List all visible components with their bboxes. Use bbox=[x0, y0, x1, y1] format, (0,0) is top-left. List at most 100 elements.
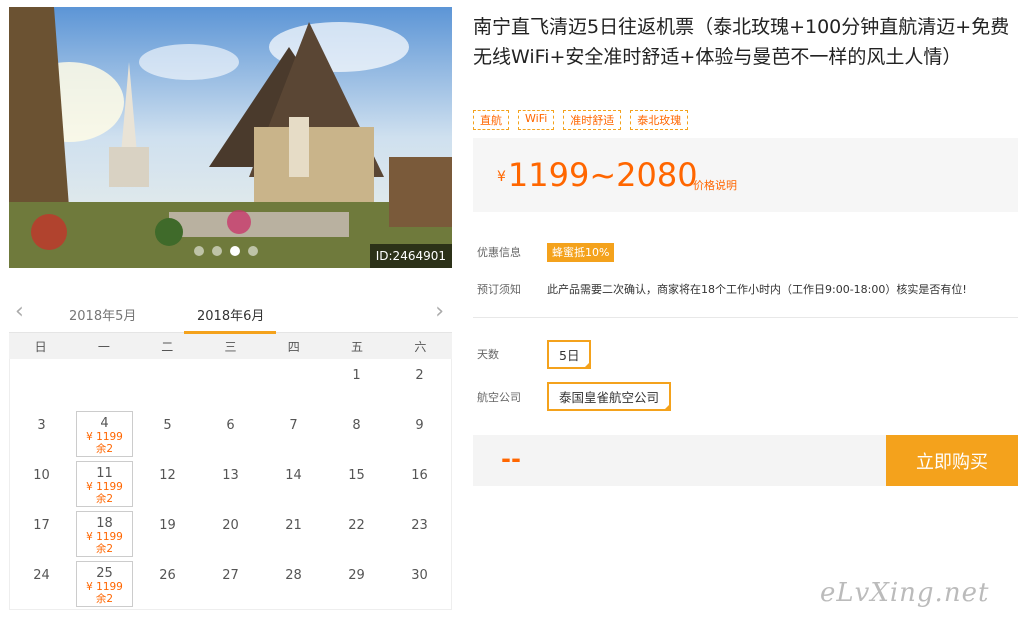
notice-text: 此产品需要二次确认，商家将在18个工作小时内（工作日9:00-18:00）核实是… bbox=[547, 283, 967, 296]
calendar-day-available[interactable]: 18 ¥ 1199 余2 bbox=[76, 511, 133, 557]
days-row-label: 天数 bbox=[477, 346, 547, 362]
calendar-day: 23 bbox=[388, 509, 451, 559]
product-title: 南宁直飞清迈5日往返机票（泰北玫瑰+100分钟直航清迈+免费无线WiFi+安全准… bbox=[473, 16, 1010, 68]
calendar-day-available[interactable]: 25 ¥ 1199 余2 bbox=[76, 561, 133, 607]
calendar-day-available[interactable]: 4 ¥ 1199 余2 bbox=[76, 411, 133, 457]
prev-month-arrow-icon[interactable]: ‹ bbox=[15, 299, 24, 324]
feature-tag: 直航 bbox=[473, 110, 509, 130]
promo-row: 优惠信息 蜂蜜抵10% bbox=[477, 243, 615, 262]
temple-photo bbox=[9, 7, 452, 268]
calendar-day: 8 bbox=[325, 409, 388, 459]
weekday-label: 日 bbox=[34, 339, 47, 354]
day-number: 28 bbox=[285, 568, 302, 583]
day-number: 7 bbox=[289, 418, 298, 433]
days-option-selected[interactable]: 5日 bbox=[547, 340, 592, 369]
day-number: 8 bbox=[352, 418, 361, 433]
total-price: -- bbox=[501, 445, 521, 473]
day-number: 2 bbox=[415, 368, 424, 383]
calendar-day: 3 bbox=[10, 409, 73, 459]
day-number: 27 bbox=[222, 568, 239, 583]
day-number: 15 bbox=[348, 468, 365, 483]
day-price: ¥ 1199 bbox=[86, 481, 123, 493]
buy-bar: -- 立即购买 bbox=[473, 435, 1018, 486]
day-price: ¥ 1199 bbox=[86, 431, 123, 443]
day-stock: 余2 bbox=[95, 593, 114, 605]
calendar-blank-cell bbox=[262, 359, 325, 409]
calendar-blank-cell bbox=[73, 359, 136, 409]
day-number: 16 bbox=[411, 468, 428, 483]
day-number: 23 bbox=[411, 518, 428, 533]
calendar-blank-cell bbox=[136, 359, 199, 409]
promo-label: 优惠信息 bbox=[477, 246, 521, 259]
calendar-day: 5 bbox=[136, 409, 199, 459]
day-number: 21 bbox=[285, 518, 302, 533]
price-box: ¥1199~2080 价格说明 bbox=[473, 138, 1018, 212]
calendar-day: 26 bbox=[136, 559, 199, 609]
slide-dot-active[interactable] bbox=[230, 246, 240, 256]
airline-label: 航空公司 bbox=[477, 391, 521, 404]
day-number: 1 bbox=[352, 368, 361, 383]
price-range: ¥1199~2080 bbox=[497, 156, 698, 194]
slide-dot[interactable] bbox=[194, 246, 204, 256]
day-number: 19 bbox=[159, 518, 176, 533]
day-number: 26 bbox=[159, 568, 176, 583]
buy-now-button[interactable]: 立即购买 bbox=[886, 435, 1018, 486]
airline-row-label: 航空公司 bbox=[477, 389, 547, 405]
calendar-grid: 1 2 3 4 ¥ 1199 余2 5 6 7 8 9 10 11 ¥ 1199 余2 12 13 14 15 16 1… bbox=[9, 359, 452, 610]
day-number: 17 bbox=[33, 518, 50, 533]
tab-current-month[interactable]: 2018年6月 bbox=[197, 305, 264, 324]
calendar-day: 21 bbox=[262, 509, 325, 559]
calendar-day: 2 bbox=[388, 359, 451, 409]
calendar-day: 10 bbox=[10, 459, 73, 509]
weekday-header: 日一二三四五六 bbox=[9, 333, 452, 359]
calendar-day: 15 bbox=[325, 459, 388, 509]
promo-badge: 蜂蜜抵10% bbox=[547, 243, 615, 262]
day-stock: 余2 bbox=[95, 543, 114, 555]
site-watermark: eLvXing.net bbox=[820, 578, 990, 608]
day-number: 10 bbox=[33, 468, 50, 483]
day-number: 22 bbox=[348, 518, 365, 533]
calendar-day: 20 bbox=[199, 509, 262, 559]
day-number: 5 bbox=[163, 418, 172, 433]
calendar-blank-cell bbox=[10, 359, 73, 409]
day-number: 29 bbox=[348, 568, 365, 583]
tab-prev-month[interactable]: 2018年5月 bbox=[69, 305, 136, 324]
calendar-day: 16 bbox=[388, 459, 451, 509]
product-image[interactable]: ID:2464901 bbox=[9, 7, 452, 268]
divider bbox=[473, 317, 1018, 318]
price-calendar: ‹ 2018年5月 2018年6月 › 日一二三四五六 1 2 3 4 ¥ 1199 余2… bbox=[9, 293, 452, 610]
airline-option-selected[interactable]: 泰国皇雀航空公司 bbox=[547, 382, 672, 411]
slide-dot[interactable] bbox=[248, 246, 258, 256]
calendar-blank-cell bbox=[199, 359, 262, 409]
next-month-arrow-icon[interactable]: › bbox=[435, 299, 444, 324]
weekday-label: 二 bbox=[161, 339, 174, 354]
day-number: 24 bbox=[33, 568, 50, 583]
calendar-day: 9 bbox=[388, 409, 451, 459]
feature-tags: 直航 WiFi 准时舒适 泰北玫瑰 bbox=[473, 110, 689, 130]
day-number: 4 bbox=[100, 416, 109, 431]
weekday-label: 三 bbox=[224, 339, 237, 354]
day-number: 6 bbox=[226, 418, 235, 433]
calendar-day: 22 bbox=[325, 509, 388, 559]
calendar-day: 30 bbox=[388, 559, 451, 609]
calendar-day: 29 bbox=[325, 559, 388, 609]
weekday-label: 五 bbox=[351, 339, 364, 354]
calendar-day: 12 bbox=[136, 459, 199, 509]
notice-row: 预订须知 此产品需要二次确认，商家将在18个工作小时内（工作日9:00-18:00… bbox=[477, 281, 967, 297]
calendar-day-available[interactable]: 11 ¥ 1199 余2 bbox=[76, 461, 133, 507]
day-number: 14 bbox=[285, 468, 302, 483]
calendar-day: 24 bbox=[10, 559, 73, 609]
days-label: 天数 bbox=[477, 348, 499, 361]
calendar-day: 17 bbox=[10, 509, 73, 559]
day-number: 13 bbox=[222, 468, 239, 483]
price-explain-link[interactable]: 价格说明 bbox=[693, 177, 737, 193]
image-id-label: ID:2464901 bbox=[369, 244, 452, 268]
day-number: 9 bbox=[415, 418, 424, 433]
day-price: ¥ 1199 bbox=[86, 581, 123, 593]
weekday-label: 六 bbox=[414, 339, 427, 354]
feature-tag: 准时舒适 bbox=[563, 110, 622, 130]
day-number: 30 bbox=[411, 568, 428, 583]
day-price: ¥ 1199 bbox=[86, 531, 123, 543]
slide-dot[interactable] bbox=[212, 246, 222, 256]
day-number: 20 bbox=[222, 518, 239, 533]
